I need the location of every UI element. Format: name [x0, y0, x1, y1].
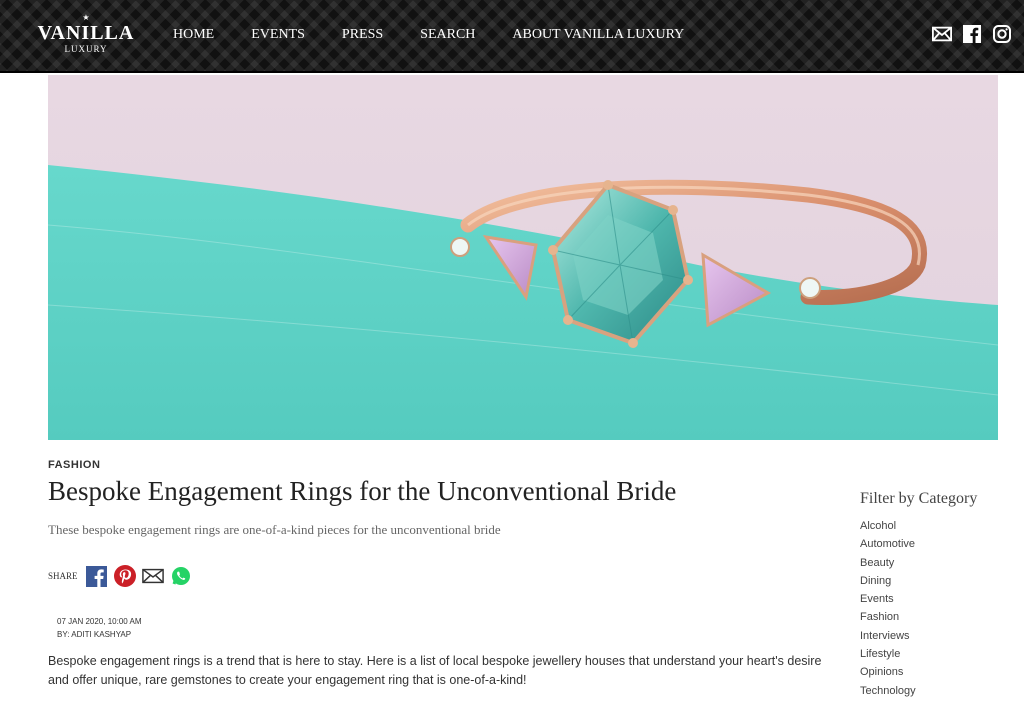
facebook-icon[interactable] — [86, 565, 108, 587]
category-technology[interactable]: Technology — [860, 682, 916, 700]
nav-home[interactable]: HOME — [173, 27, 214, 43]
nav-about[interactable]: ABOUT VANILLA LUXURY — [512, 27, 684, 43]
article-intro: Bespoke engagement rings is a trend that… — [48, 654, 822, 687]
main-nav: HOME EVENTS PRESS SEARCH ABOUT VANILLA L… — [173, 27, 721, 43]
nav-events[interactable]: EVENTS — [251, 27, 305, 43]
category-events[interactable]: Events — [860, 590, 916, 608]
article-date: 07 JAN 2020, 10:00 AM — [57, 617, 142, 626]
category-lifestyle[interactable]: Lifestyle — [860, 645, 916, 663]
article-category[interactable]: FASHION — [48, 459, 100, 471]
logo-star: ★ — [82, 13, 90, 22]
category-alcohol[interactable]: Alcohol — [860, 517, 916, 535]
pinterest-icon[interactable] — [113, 565, 136, 587]
email-icon[interactable] — [141, 565, 164, 587]
mail-icon[interactable] — [932, 24, 952, 44]
article-subtitle: These bespoke engagement rings are one-o… — [48, 522, 501, 537]
category-beauty[interactable]: Beauty — [860, 554, 916, 572]
instagram-icon[interactable] — [992, 24, 1012, 44]
share-label: SHARE — [48, 571, 78, 581]
category-automotive[interactable]: Automotive — [860, 535, 916, 553]
site-header: ★ VANILLA LUXURY HOME EVENTS PRESS SEARC… — [0, 0, 1024, 73]
header-social — [932, 24, 1012, 44]
nav-press[interactable]: PRESS — [342, 27, 383, 43]
article-meta: 07 JAN 2020, 10:00 AM BY: ADITI KASHYAP — [57, 615, 142, 641]
category-interviews[interactable]: Interviews — [860, 627, 916, 645]
ring-photo — [48, 75, 998, 440]
logo-brand: VANILLA — [37, 22, 135, 44]
category-fashion[interactable]: Fashion — [860, 608, 916, 626]
category-opinions[interactable]: Opinions — [860, 663, 916, 681]
filter-title: Filter by Category — [860, 490, 978, 507]
hero-image — [48, 75, 998, 440]
facebook-icon[interactable] — [962, 24, 982, 44]
category-dining[interactable]: Dining — [860, 572, 916, 590]
category-list: Alcohol Automotive Beauty Dining Events … — [860, 517, 916, 700]
site-logo[interactable]: ★ VANILLA LUXURY — [36, 13, 136, 55]
logo-sub: LUXURY — [64, 44, 108, 54]
article-title: Bespoke Engagement Rings for the Unconve… — [48, 476, 677, 506]
share-bar: SHARE — [48, 565, 192, 587]
nav-search[interactable]: SEARCH — [420, 27, 475, 43]
whatsapp-icon[interactable] — [170, 565, 192, 587]
article-byline[interactable]: BY: ADITI KASHYAP — [57, 628, 142, 641]
